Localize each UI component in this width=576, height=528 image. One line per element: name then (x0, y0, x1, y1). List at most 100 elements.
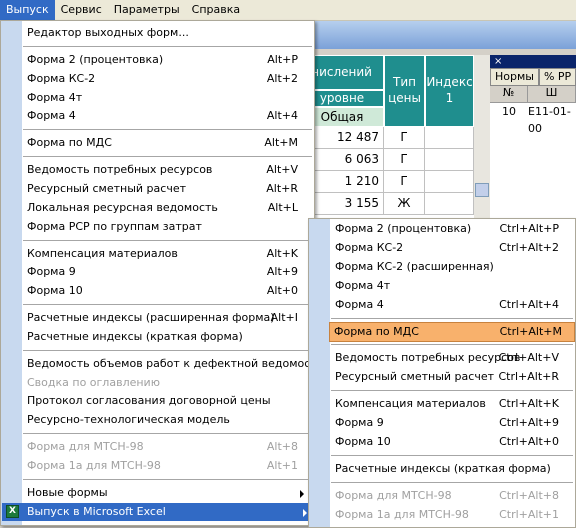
menu-item-shortcut: Ctrl+Alt+2 (499, 240, 559, 254)
sub-menu-item-1[interactable]: Форма КС-2 Ctrl+Alt+2 (331, 239, 571, 257)
menu-item-shortcut: Alt+I (270, 311, 298, 325)
sub-menu-item-3[interactable]: Форма 4т (331, 277, 571, 295)
main-menu-item-16[interactable]: Форма 10 Alt+0 (23, 282, 310, 300)
main-menu-item-12[interactable]: Форма РСР по группам затрат (23, 218, 310, 236)
norm-row-num: 10 (502, 105, 516, 118)
row-1-type: Г (384, 127, 425, 149)
menu-item-label: Форма КС-2 (335, 240, 404, 254)
menu-separator (331, 454, 573, 456)
menu-separator (23, 304, 312, 306)
menu-item-shortcut: Ctrl+Alt+K (498, 397, 559, 411)
menu-item-shortcut: Ctrl+Alt+R (498, 370, 559, 384)
menu-spravka[interactable]: Справка (186, 0, 246, 20)
menu-item-shortcut: Ctrl+Alt+8 (499, 488, 559, 502)
menu-parametry[interactable]: Параметры (108, 0, 186, 20)
menu-item-label: Форма 9 (27, 265, 76, 279)
menu-item-shortcut: Alt+0 (266, 284, 298, 298)
menu-item-label: Компенсация материалов (27, 246, 178, 260)
menu-item-label: Форма 4т (335, 278, 391, 292)
menu-icon-strip (1, 21, 22, 525)
menu-vypusk[interactable]: Выпуск (0, 0, 55, 20)
main-menu-item-19[interactable]: Расчетные индексы (краткая форма) (23, 328, 310, 346)
tab-percent-rr[interactable]: % РР (538, 68, 576, 86)
menu-item-shortcut: Alt+V (266, 163, 298, 177)
menu-separator (331, 390, 573, 392)
submenu-arrow-icon (300, 489, 304, 498)
excel-icon: X (6, 504, 19, 518)
main-menu-item-9[interactable]: Ведомость потребных ресурсов Alt+V (23, 161, 310, 179)
sub-menu-item-13[interactable]: Форма 10 Ctrl+Alt+0 (331, 433, 571, 451)
menu-item-shortcut: Alt+K (266, 246, 298, 260)
main-menu-item-11[interactable]: Локальная ресурсная ведомость Alt+L (23, 199, 310, 217)
menu-servis[interactable]: Сервис (55, 0, 108, 20)
main-menu-item-0[interactable]: Редактор выходных форм... (23, 24, 310, 42)
main-menu-item-21[interactable]: Ведомость объемов работ к дефектной ведо… (23, 355, 324, 373)
menu-item-shortcut: Alt+L (267, 200, 298, 214)
main-menu-item-23[interactable]: Протокол согласования договорной цены (23, 392, 310, 410)
main-menu-item-2[interactable]: Форма 2 (процентовка) Alt+P (23, 51, 310, 69)
sub-menu-item-9[interactable]: Ресурсный сметный расчет Ctrl+Alt+R (331, 368, 571, 386)
row-1-index (425, 127, 474, 149)
main-menu-item-7[interactable]: Форма по МДС Alt+M (23, 134, 310, 152)
menu-item-label: Форма для МТСН-98 (335, 488, 452, 502)
main-menu-item-24[interactable]: Ресурсно-технологическая модель (23, 411, 310, 429)
main-menu-item-30[interactable]: X Выпуск в Microsoft Excel (2, 502, 313, 521)
sub-menu-item-4[interactable]: Форма 4 Ctrl+Alt+4 (331, 296, 571, 314)
main-menu-item-5[interactable]: Форма 4 Alt+4 (23, 107, 310, 125)
norm-row-code: Е11-01-00 (528, 105, 571, 135)
submenu-arrow-icon (303, 508, 307, 517)
main-menu-item-14[interactable]: Компенсация материалов Alt+K (23, 245, 310, 263)
sub-menu-item-0[interactable]: Форма 2 (процентовка) Ctrl+Alt+P (331, 220, 571, 238)
sub-menu-item-15[interactable]: Расчетные индексы (краткая форма) (331, 460, 571, 478)
menu-item-shortcut: Ctrl+Alt+M (499, 324, 562, 338)
main-menu-item-3[interactable]: Форма КС-2 Alt+2 (23, 70, 310, 88)
close-icon[interactable]: × (494, 56, 502, 67)
menu-item-label: Ведомость потребных ресурсов (27, 163, 213, 177)
menu-item-label: Компенсация материалов (335, 397, 486, 411)
main-menu-item-15[interactable]: Форма 9 Alt+9 (23, 263, 310, 281)
menu-bar: Выпуск Сервис Параметры Справка (0, 0, 576, 21)
main-menu-item-18[interactable]: Расчетные индексы (расширенная форма) Alt… (23, 309, 310, 327)
norm-row[interactable]: 10 Е11-01-00 (490, 103, 576, 135)
menu-item-shortcut: Ctrl+Alt+9 (499, 416, 559, 430)
tab-normy[interactable]: Нормы (490, 68, 539, 86)
row-3-index (425, 171, 474, 193)
row-4-type: Ж (384, 193, 425, 215)
menu-item-label: Форма 2 (процентовка) (335, 222, 472, 235)
menu-item-label: Форма по МДС (27, 136, 112, 150)
menu-item-label: Ресурсный сметный расчет (27, 181, 187, 195)
submenu-icon-strip (309, 219, 330, 527)
row-2-type: Г (384, 149, 425, 171)
menu-separator (331, 317, 573, 319)
main-menu-item-10[interactable]: Ресурсный сметный расчет Alt+R (23, 180, 310, 198)
menu-item-label: Ведомость потребных ресурсов (335, 351, 521, 365)
sub-menu-item-2[interactable]: Форма КС-2 (расширенная) (331, 258, 571, 276)
row-4-index (425, 193, 474, 215)
menu-item-shortcut: Alt+2 (266, 71, 298, 85)
main-menu-item-29[interactable]: Новые формы (23, 484, 310, 502)
menu-item-label: Форма КС-2 (27, 71, 96, 85)
menu-separator (23, 45, 312, 47)
menu-item-label: Форма 9 (335, 416, 384, 430)
sub-menu-item-11[interactable]: Компенсация материалов Ctrl+Alt+K (331, 395, 571, 413)
sub-menu-item-6[interactable]: Форма по МДС Ctrl+Alt+M (329, 321, 575, 342)
menu-item-shortcut: Alt+9 (266, 265, 298, 279)
menu-item-label: Форма РСР по группам затрат (27, 219, 202, 233)
menu-item-label: Форма КС-2 (расширенная) (335, 259, 494, 273)
scrollbar-thumb[interactable] (475, 183, 489, 197)
menu-separator (23, 478, 312, 480)
sub-menu-item-8[interactable]: Ведомость потребных ресурсов Ctrl+Alt+V (331, 349, 571, 367)
menu-item-label: Расчетные индексы (расширенная форма) (27, 311, 275, 325)
menu-item-shortcut: Ctrl+Alt+P (499, 222, 559, 235)
panel-titlebar: × (490, 55, 576, 68)
estimate-grid: числений уровне Общая Тип цены Индекс 1 … (300, 55, 490, 220)
main-menu-item-27: Форма 1а для МТСН-98 Alt+1 (23, 457, 310, 475)
main-menu-item-4[interactable]: Форма 4т (23, 89, 310, 107)
menu-item-label: Форма для МТСН-98 (27, 440, 144, 454)
sub-menu-item-12[interactable]: Форма 9 Ctrl+Alt+9 (331, 414, 571, 432)
excel-submenu: Форма 2 (процентовка) Ctrl+Alt+P Форма КС-… (308, 218, 576, 528)
grid-scrollbar[interactable] (474, 55, 490, 220)
menu-item-label: Ресурсный сметный расчет (335, 370, 495, 384)
menu-item-label: Локальная ресурсная ведомость (27, 200, 218, 214)
header-index: Индекс 1 (425, 55, 474, 127)
